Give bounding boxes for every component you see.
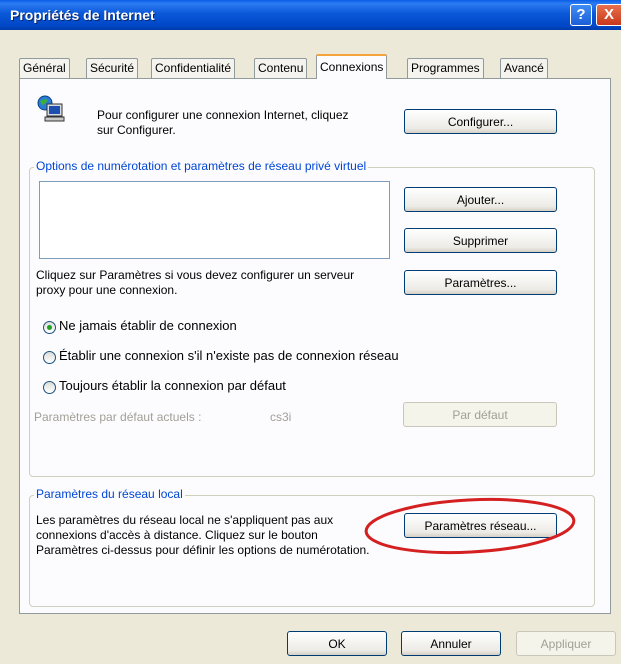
radio-selected-dot [47,325,52,330]
close-button[interactable]: X [596,4,621,26]
internet-properties-window: Propriétés de Internet ? X Général Sécur… [0,0,621,664]
configure-intro-text: Pour configurer une connexion Internet, … [97,108,349,137]
window-title: Propriétés de Internet [10,7,155,23]
current-default-label: Paramètres par défaut actuels : [34,410,202,424]
ok-button[interactable]: OK [287,631,387,656]
apply-button[interactable]: Appliquer [516,631,616,656]
highlight-ellipse-annotation [364,497,576,555]
connections-listbox[interactable] [39,181,390,259]
radio-never-dial-label[interactable]: Ne jamais établir de connexion [59,318,237,333]
help-button[interactable]: ? [570,4,592,26]
tab-programs[interactable]: Programmes [407,58,484,78]
remove-button[interactable]: Supprimer [404,228,557,253]
cancel-button[interactable]: Annuler [401,631,501,656]
tab-privacy[interactable]: Confidentialité [151,58,236,78]
connections-tab-panel: Pour configurer une connexion Internet, … [19,78,611,614]
radio-dial-when-no-network-label[interactable]: Établir une connexion s'il n'existe pas … [59,348,399,363]
configure-button[interactable]: Configurer... [404,109,557,134]
settings-button[interactable]: Paramètres... [404,270,557,295]
proxy-instructions-text: Cliquez sur Paramètres si vous devez con… [36,268,355,297]
radio-never-dial[interactable] [43,321,56,334]
tab-security[interactable]: Sécurité [86,58,139,78]
title-bar[interactable]: Propriétés de Internet ? X [0,0,621,30]
radio-always-dial-default[interactable] [43,381,56,394]
tab-advanced[interactable]: Avancé [500,58,548,78]
internet-connection-icon [36,94,66,124]
tab-general[interactable]: Général [19,58,70,78]
current-default-value: cs3i [270,410,292,424]
radio-always-dial-default-label[interactable]: Toujours établir la connexion par défaut [59,378,286,393]
set-default-button[interactable]: Par défaut [403,402,557,427]
radio-dial-when-no-network[interactable] [43,351,56,364]
dialup-vpn-group-label: Options de numérotation et paramètres de… [34,159,369,173]
lan-description-text: Les paramètres du réseau local ne s'appl… [36,513,370,557]
tab-content[interactable]: Contenu [254,58,308,78]
lan-settings-group-label: Paramètres du réseau local [34,487,185,501]
add-button[interactable]: Ajouter... [404,187,557,212]
tab-connections[interactable]: Connexions [316,54,388,79]
